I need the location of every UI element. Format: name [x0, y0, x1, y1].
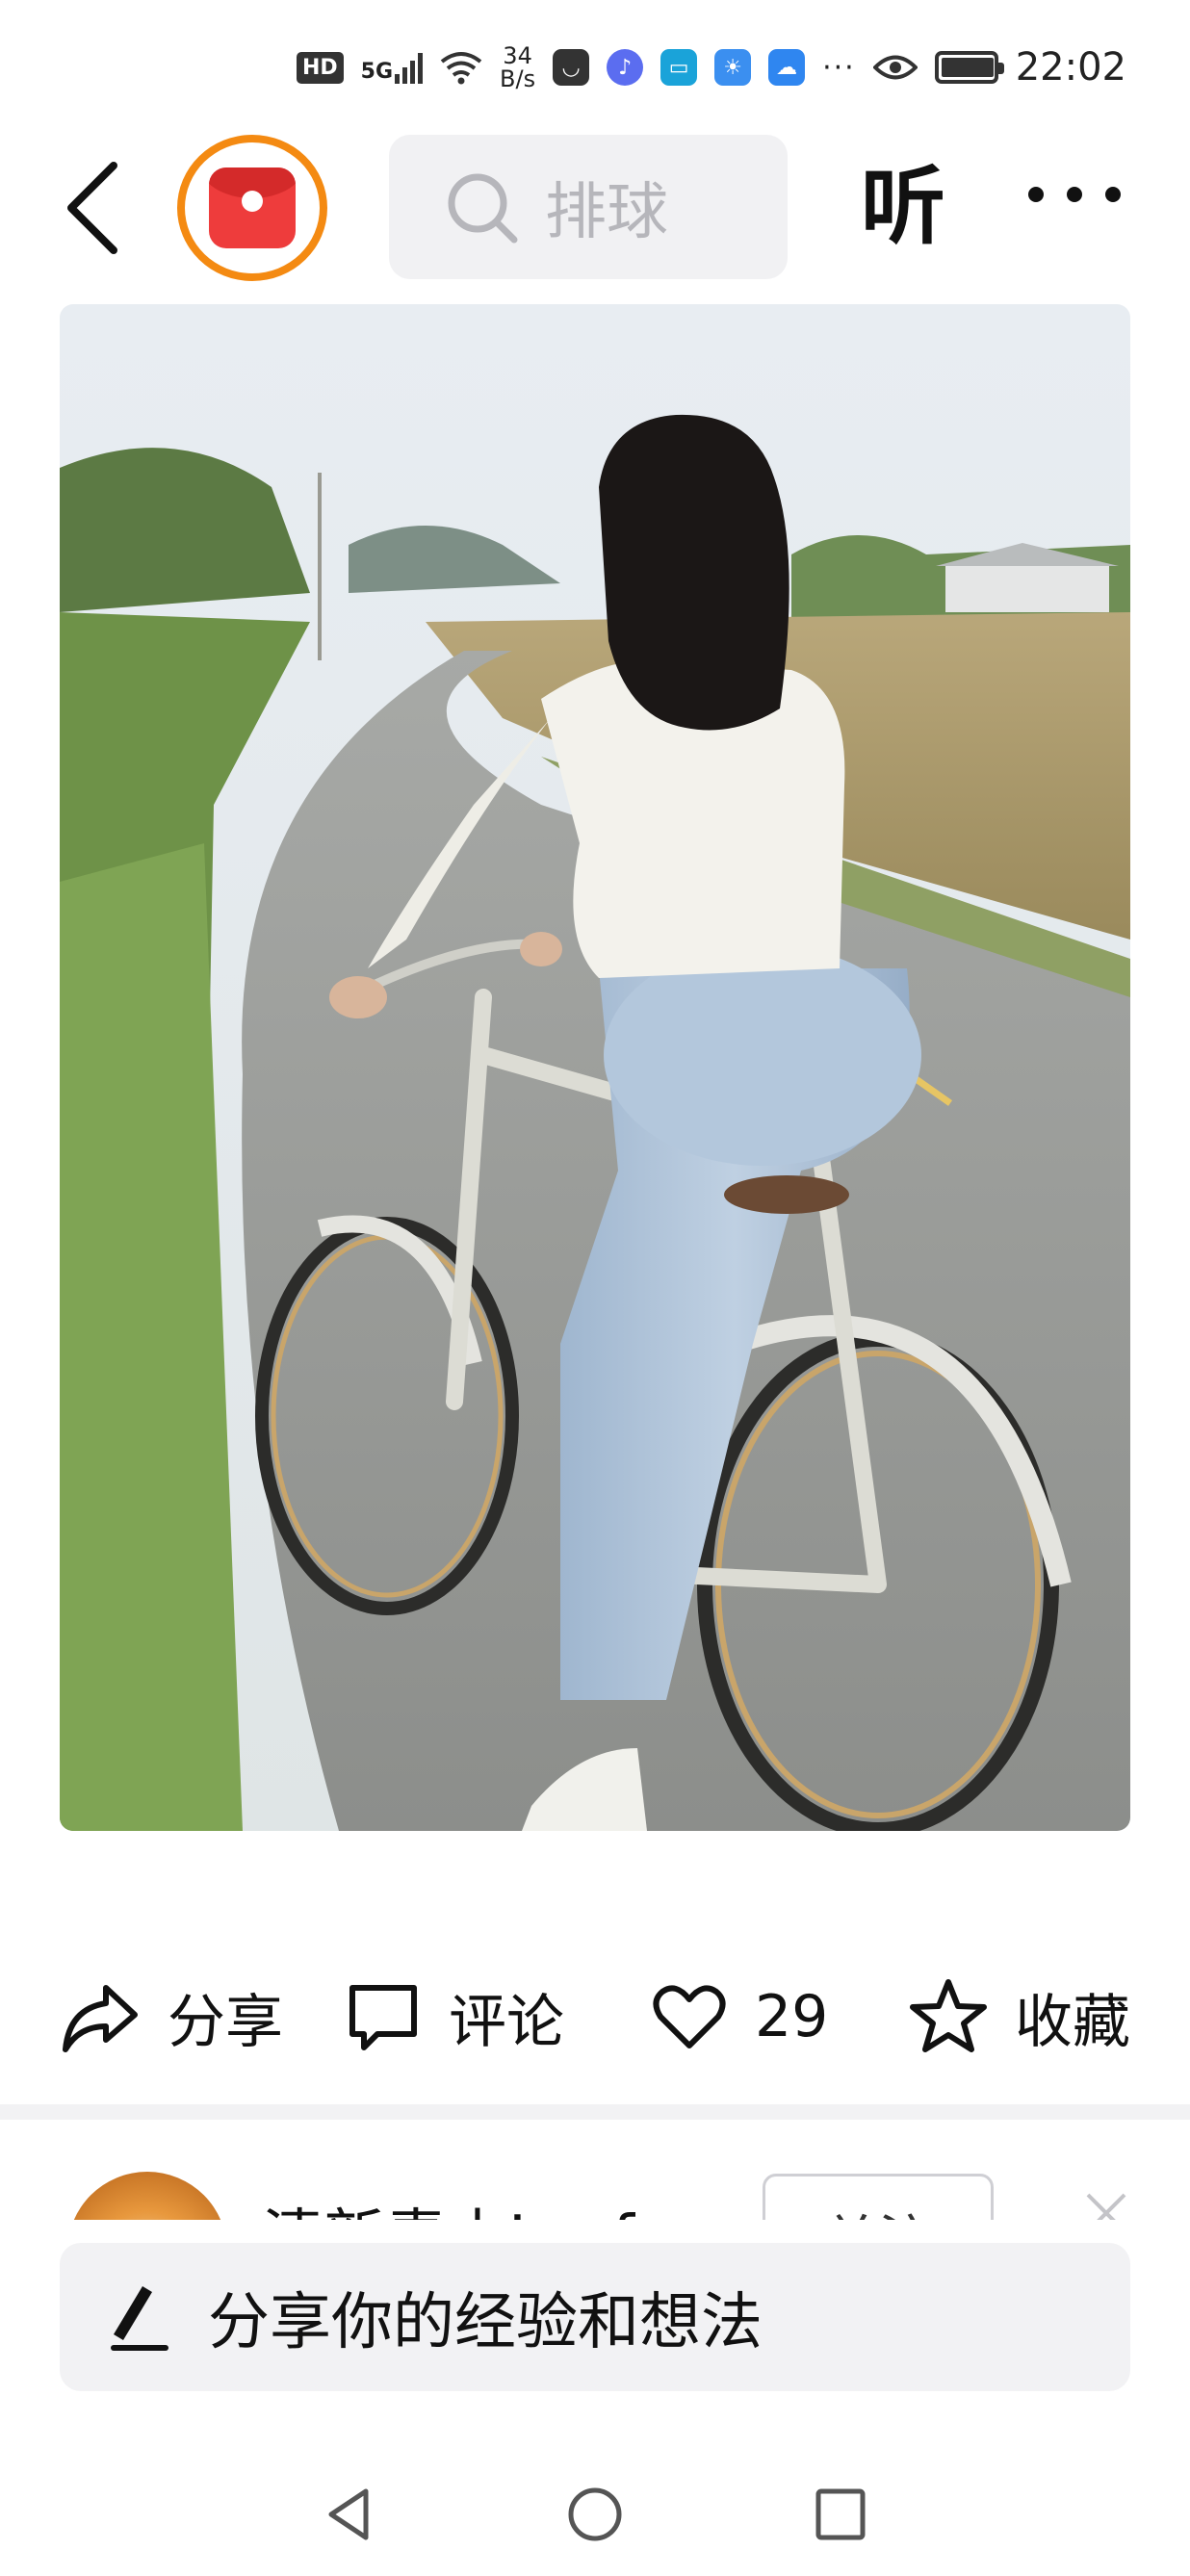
wifi-icon: [440, 52, 482, 85]
comment-placeholder: 分享你的经验和想法: [208, 2287, 763, 2358]
hd-indicator: HD: [296, 51, 344, 84]
cloud-app-icon: ☁: [768, 49, 806, 86]
status-bar: HD 5G 34 B/s ◡ ♪ ▭ ☀ ☁ ··· 22:02: [0, 0, 1190, 135]
more-notifications: ···: [822, 50, 856, 85]
favorite-label: 收藏: [1015, 1988, 1130, 2056]
back-arrow-icon[interactable]: [58, 160, 135, 256]
pen-icon: [111, 2286, 168, 2351]
nav-home-icon[interactable]: [566, 2486, 624, 2543]
comment-button[interactable]: 评论: [345, 1964, 564, 2070]
system-nav-bar: [0, 2464, 1190, 2561]
share-button[interactable]: 分享: [60, 1964, 283, 2070]
share-label: 分享: [168, 1988, 283, 2056]
music-app-icon: ♪: [607, 49, 644, 86]
comment-icon: [349, 1985, 417, 2050]
author-row: 清新青山Lynf 关注: [0, 2120, 1190, 2220]
follow-button[interactable]: 关注: [763, 2174, 994, 2220]
red-packet-logo[interactable]: [177, 135, 327, 281]
action-bar: 分享 评论 29 收藏: [0, 1964, 1190, 2070]
battery-icon: [934, 51, 1004, 84]
book-app-icon: ▭: [660, 49, 698, 86]
post-image[interactable]: [60, 304, 1130, 1831]
top-bar: 排球 听: [0, 135, 1190, 281]
close-icon[interactable]: [1082, 2189, 1130, 2220]
favorite-button[interactable]: 收藏: [909, 1964, 1130, 2070]
listen-button[interactable]: 听: [861, 154, 945, 260]
red-envelope-icon: [209, 167, 296, 248]
bag-app-icon: ◡: [553, 49, 590, 86]
comment-label: 评论: [449, 1988, 564, 2056]
network-type: 5G: [360, 60, 394, 84]
search-bar[interactable]: 排球: [389, 135, 788, 279]
nav-recents-icon[interactable]: [815, 2487, 867, 2541]
heart-icon: [653, 1985, 726, 2048]
clock: 22:02: [1015, 45, 1126, 90]
like-button[interactable]: 29: [651, 1964, 828, 2070]
eye-icon: [872, 55, 918, 80]
comment-input[interactable]: 分享你的经验和想法: [60, 2243, 1130, 2391]
like-count: 29: [755, 1983, 829, 2050]
search-icon: [448, 173, 518, 244]
cellular-signal-icon: 5G: [360, 51, 424, 84]
share-icon: [63, 1985, 138, 2052]
more-options-icon[interactable]: [1028, 183, 1121, 206]
speed-unit: B/s: [500, 65, 536, 92]
network-speed: 34 B/s: [500, 44, 535, 90]
star-icon: [910, 1979, 987, 2052]
search-placeholder: 排球: [545, 177, 668, 248]
nav-back-icon[interactable]: [323, 2486, 374, 2543]
section-divider: [0, 2104, 1190, 2120]
avatar[interactable]: [67, 2172, 227, 2220]
author-name[interactable]: 清新青山Lynf: [262, 2189, 634, 2220]
weather-app-icon: ☀: [714, 49, 752, 86]
